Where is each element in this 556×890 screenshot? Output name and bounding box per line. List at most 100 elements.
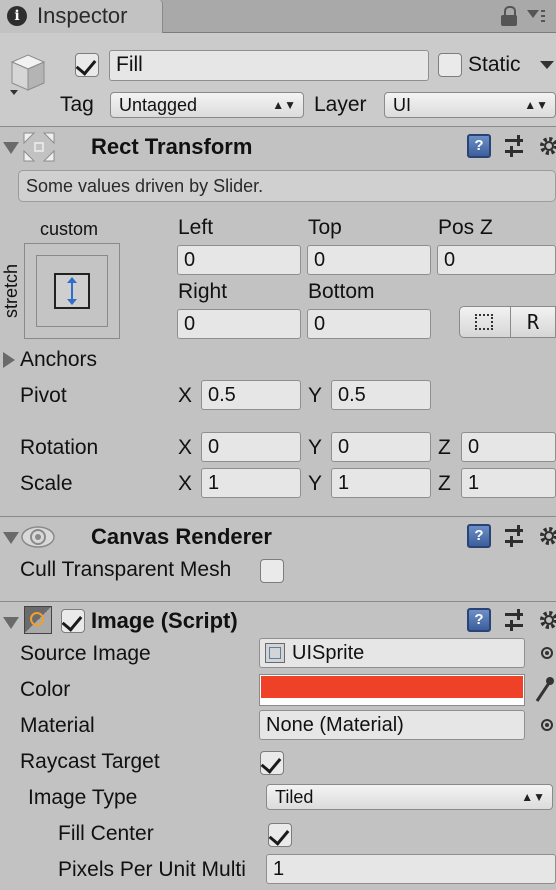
- divider: [0, 601, 556, 602]
- pivot-y-label: Y: [308, 384, 323, 407]
- top-label: Top: [308, 216, 342, 239]
- check-icon: [75, 54, 97, 76]
- image-type-dropdown[interactable]: Tiled ▲▼: [266, 784, 553, 810]
- posz-label: Pos Z: [438, 216, 493, 239]
- gameobject-cube-icon: [4, 50, 50, 96]
- color-swatch[interactable]: [259, 674, 525, 706]
- raw-edit-label: R: [527, 310, 540, 334]
- image-type-label: Image Type: [28, 786, 138, 809]
- fill-center-checkbox[interactable]: [268, 823, 292, 847]
- anchors-foldout-icon[interactable]: [3, 352, 15, 368]
- scale-z-field[interactable]: 1: [461, 468, 556, 498]
- layer-dropdown[interactable]: UI ▲▼: [384, 92, 556, 118]
- rotation-y-field[interactable]: 0: [331, 432, 431, 462]
- driven-info-box: Some values driven by Slider.: [18, 170, 556, 202]
- scale-label: Scale: [20, 472, 73, 495]
- tab-menu-icon[interactable]: [527, 10, 547, 24]
- left-label: Left: [178, 216, 214, 239]
- presets-icon[interactable]: [505, 135, 529, 159]
- foldout-arrow-icon[interactable]: [3, 617, 19, 629]
- gameobject-active-checkbox[interactable]: [75, 53, 99, 77]
- image-type-value: Tiled: [275, 787, 314, 807]
- anchor-presets-button[interactable]: [24, 243, 120, 339]
- scale-x-label: X: [178, 472, 193, 495]
- foldout-arrow-icon[interactable]: [3, 532, 19, 544]
- raycast-target-label: Raycast Target: [20, 750, 160, 773]
- lock-icon[interactable]: [501, 6, 517, 26]
- check-icon: [268, 824, 290, 846]
- layer-value: UI: [393, 95, 411, 115]
- gear-icon[interactable]: [538, 609, 556, 631]
- anchor-preset-top-label: custom: [40, 219, 99, 239]
- check-icon: [260, 752, 282, 774]
- pixels-per-unit-label: Pixels Per Unit Multi: [58, 858, 246, 881]
- inspector-tab[interactable]: i Inspector: [0, 0, 163, 33]
- rotation-z-label: Z: [438, 436, 451, 459]
- eyedropper-icon[interactable]: [533, 674, 555, 704]
- gear-icon[interactable]: [538, 135, 556, 157]
- left-field[interactable]: 0: [177, 245, 301, 275]
- raw-edit-button[interactable]: R: [510, 306, 556, 338]
- source-image-field[interactable]: UISprite: [259, 638, 525, 668]
- color-swatch-fill: [261, 676, 523, 698]
- anchor-preset-side-label: stretch: [1, 263, 22, 319]
- top-field[interactable]: 0: [307, 245, 431, 275]
- pivot-y-field[interactable]: 0.5: [331, 380, 431, 410]
- gear-icon[interactable]: [538, 525, 556, 547]
- canvas-renderer-title: Canvas Renderer: [91, 524, 272, 549]
- material-label: Material: [20, 714, 95, 737]
- pixels-per-unit-field[interactable]: 1: [266, 854, 556, 884]
- cull-transparent-mesh-checkbox[interactable]: [260, 559, 284, 583]
- source-image-label: Source Image: [20, 642, 151, 665]
- right-field[interactable]: 0: [177, 309, 301, 339]
- divider: [0, 516, 556, 517]
- pivot-x-field[interactable]: 0.5: [201, 380, 301, 410]
- fill-center-label: Fill Center: [58, 822, 154, 845]
- material-field[interactable]: None (Material): [259, 710, 525, 740]
- blueprint-mode-button[interactable]: [459, 306, 511, 338]
- rotation-y-label: Y: [308, 436, 323, 459]
- object-picker-icon[interactable]: [541, 719, 553, 731]
- tag-value: Untagged: [119, 95, 198, 115]
- scale-x-field[interactable]: 1: [201, 468, 301, 498]
- gameobject-name-field[interactable]: Fill: [109, 50, 429, 81]
- scale-y-label: Y: [308, 472, 323, 495]
- static-checkbox[interactable]: [438, 53, 462, 77]
- presets-icon[interactable]: [505, 609, 529, 633]
- scale-y-field[interactable]: 1: [331, 468, 431, 498]
- static-dropdown-arrow-icon[interactable]: [540, 61, 554, 69]
- dropdown-arrows-icon: ▲▼: [524, 98, 548, 112]
- static-label: Static: [468, 53, 521, 76]
- driven-info-text: Some values driven by Slider.: [26, 176, 264, 196]
- anchors-label[interactable]: Anchors: [20, 347, 97, 373]
- rotation-label: Rotation: [20, 436, 99, 459]
- object-picker-icon[interactable]: [541, 647, 553, 659]
- rotation-x-field[interactable]: 0: [201, 432, 301, 462]
- help-book-icon[interactable]: ?: [467, 134, 491, 158]
- rotation-z-field[interactable]: 0: [461, 432, 556, 462]
- help-book-icon[interactable]: ?: [467, 608, 491, 632]
- pivot-label: Pivot: [20, 384, 67, 407]
- check-icon: [61, 610, 83, 632]
- info-icon: i: [7, 6, 27, 26]
- image-component-icon: [24, 606, 52, 634]
- canvas-renderer-eye-icon: [20, 524, 56, 550]
- layer-label: Layer: [314, 93, 367, 116]
- raycast-target-checkbox[interactable]: [260, 751, 284, 775]
- rect-transform-icon: [22, 131, 56, 163]
- rotation-x-label: X: [178, 436, 193, 459]
- rect-transform-title: Rect Transform: [91, 134, 253, 159]
- image-enabled-checkbox[interactable]: [61, 609, 85, 633]
- tag-dropdown[interactable]: Untagged ▲▼: [110, 92, 304, 118]
- divider: [0, 126, 556, 127]
- bottom-label: Bottom: [308, 280, 375, 303]
- sprite-icon: [265, 643, 285, 663]
- foldout-arrow-icon[interactable]: [3, 142, 19, 154]
- pivot-x-label: X: [178, 384, 193, 407]
- source-image-value: UISprite: [292, 642, 365, 664]
- help-book-icon[interactable]: ?: [467, 524, 491, 548]
- bottom-field[interactable]: 0: [307, 309, 431, 339]
- posz-field[interactable]: 0: [437, 245, 556, 275]
- inspector-tab-title: Inspector: [37, 3, 128, 28]
- presets-icon[interactable]: [505, 525, 529, 549]
